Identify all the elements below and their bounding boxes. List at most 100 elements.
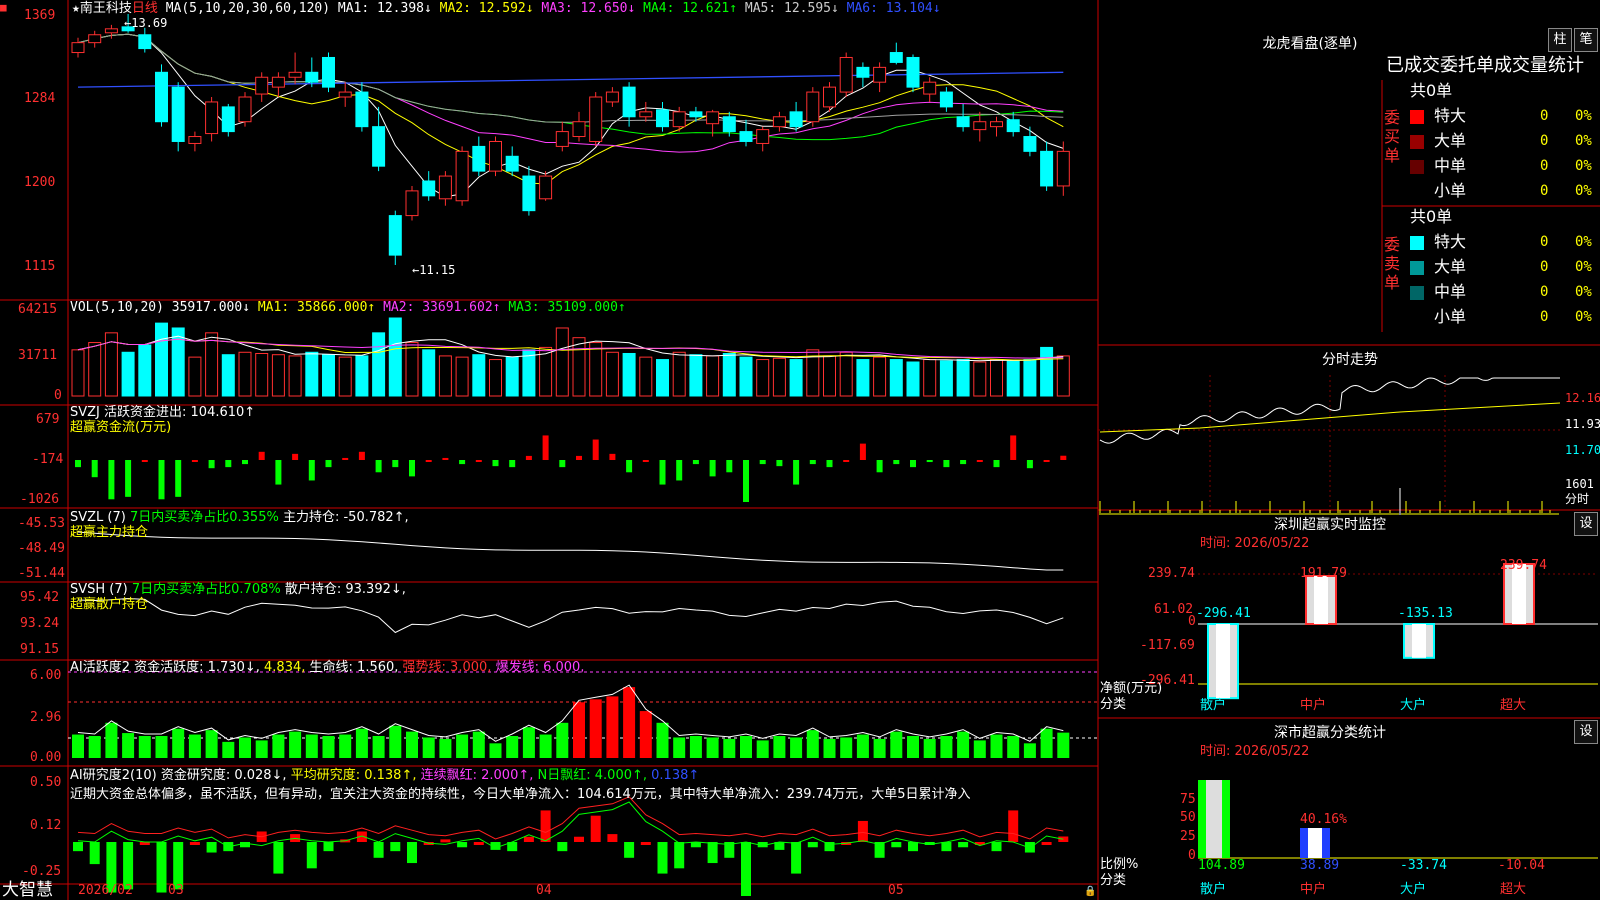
active-bar: [740, 736, 752, 758]
svsh-tick: 93.24: [20, 616, 60, 631]
fund-bar: [926, 460, 933, 463]
fund-bar: [609, 453, 616, 460]
vol-ma2: MA2: 33691.602↑: [383, 300, 501, 315]
candle: [271, 76, 285, 88]
main-chart-canvas[interactable]: [0, 0, 1600, 900]
ai-active-v2: 4.834,: [264, 660, 306, 675]
price-header: ★南王科技日线 MA(5,10,20,30,60,120) MA1: 12.39…: [72, 1, 941, 17]
candle: [422, 180, 436, 197]
favorite-star-icon[interactable]: ★: [72, 1, 80, 16]
active-bar: [439, 738, 452, 758]
candle: [355, 91, 369, 128]
ai-active-burst: 爆发线: 6.000,: [495, 660, 585, 675]
sz-class-settings-button[interactable]: 设: [1574, 720, 1598, 744]
menu-icon[interactable]: ■: [0, 1, 7, 14]
svzl-pct: 7日内买卖净占比0.355%: [129, 510, 279, 525]
research-bar: [523, 836, 534, 842]
research-bar: [741, 842, 751, 896]
volume-bar: [1056, 355, 1070, 397]
candle: [706, 111, 720, 125]
fund-bar: [809, 460, 816, 465]
fund-bar: [776, 460, 783, 467]
candle: [188, 136, 202, 144]
candle: [71, 42, 85, 54]
volume-bar: [722, 352, 736, 397]
fund-bar: [960, 460, 967, 465]
bar-mode-button[interactable]: 柱: [1548, 28, 1572, 52]
fund-bar: [676, 460, 683, 481]
svsh-tick: 91.15: [20, 642, 60, 657]
active-bar: [823, 738, 836, 758]
candle: [455, 150, 469, 202]
volume-bar: [1006, 360, 1020, 397]
period-label[interactable]: 日线: [132, 1, 158, 16]
research-bar: [390, 842, 401, 852]
sz-class-tick: 25: [1180, 829, 1196, 844]
research-bar: [473, 842, 484, 845]
sz-val-dahu: -135.13: [1398, 606, 1453, 621]
order-color-swatch: [1410, 286, 1424, 300]
stock-name[interactable]: 南王科技: [80, 1, 132, 16]
active-bar: [105, 722, 118, 758]
active-bar: [689, 736, 702, 758]
active-bar: [539, 734, 552, 758]
candle: [1023, 136, 1037, 152]
fund-bar: [509, 460, 516, 468]
ai-research-lianxu: 连续飘红: 2.000↑,: [420, 768, 534, 783]
active-bar: [188, 734, 201, 758]
volume-bar: [1023, 359, 1037, 397]
header-bar: ■: [0, 0, 7, 16]
ai-active-strong: 强势线: 3.000,: [402, 660, 492, 675]
vol-ma1: MA1: 35866.000↑: [257, 300, 376, 315]
candle: [689, 111, 703, 118]
volume-bar: [605, 351, 619, 397]
vol-tick: 64215: [18, 302, 58, 317]
candle: [823, 86, 836, 108]
active-bar: [506, 736, 519, 758]
tick-mode-button[interactable]: 笔: [1574, 28, 1598, 52]
research-red-line: [77, 796, 1064, 840]
ai-active-tick: 6.00: [30, 668, 62, 683]
svzj-sub: 超赢资金流(万元): [70, 420, 172, 435]
ai-active-tick: 2.96: [30, 710, 62, 725]
fund-bar: [225, 460, 232, 468]
volume-bar: [639, 356, 653, 397]
order-volume: 0: [1540, 259, 1549, 275]
candle: [856, 66, 870, 78]
svsh-pct: 7日内买卖净占比0.708%: [131, 582, 281, 597]
volume-bar: [622, 352, 636, 397]
ma-params: MA(5,10,20,30,60,120): [165, 1, 331, 16]
lock-icon[interactable]: 🔒: [1084, 884, 1096, 900]
price-tick: 1115: [24, 259, 56, 274]
order-volume: 0: [1540, 234, 1549, 250]
active-bar: [973, 740, 986, 758]
ai-active-header: AI活跃度2 资金活跃度: 1.730↓, 4.834, 生命线: 1.560,…: [70, 660, 584, 676]
ma1-value: MA1: 12.398↓: [337, 1, 432, 16]
research-bar: [373, 842, 384, 858]
candle: [555, 131, 569, 147]
intraday-vol-label: 分时: [1565, 492, 1590, 506]
volume-bar: [839, 351, 853, 397]
low-marker: ←11.15: [412, 263, 456, 277]
fund-bar: [826, 460, 833, 468]
ai-research-header: AI研究度2(10) 资金研究度: 0.028↓, 平均研究度: 0.138↑,…: [70, 768, 699, 784]
svsh-header: SVSH (7) 7日内买卖净占比0.708% 散户持仓: 93.392↓,: [70, 582, 406, 598]
volume-bar: [405, 342, 419, 397]
fund-bar: [943, 460, 950, 468]
svzl-tick: -45.53: [18, 516, 65, 531]
order-type-label: 大单: [1434, 131, 1467, 150]
volume-bar: [689, 354, 703, 397]
sz-class-val-sanhu: 104.89: [1198, 858, 1245, 873]
fund-bar: [75, 460, 81, 468]
candle: [990, 121, 1003, 128]
volume-bar: [422, 349, 436, 397]
price-tick: 1369: [24, 8, 56, 23]
sz-monitor-settings-button[interactable]: 设: [1574, 512, 1598, 536]
active-bar: [489, 743, 502, 758]
sz-cat-chaoda: 超大: [1500, 698, 1527, 713]
app-logo: 大智慧: [2, 880, 53, 900]
active-bar: [372, 736, 385, 758]
order-type-label: 小单: [1434, 307, 1467, 326]
candle: [539, 175, 553, 200]
order-type-label: 中单: [1434, 156, 1467, 175]
